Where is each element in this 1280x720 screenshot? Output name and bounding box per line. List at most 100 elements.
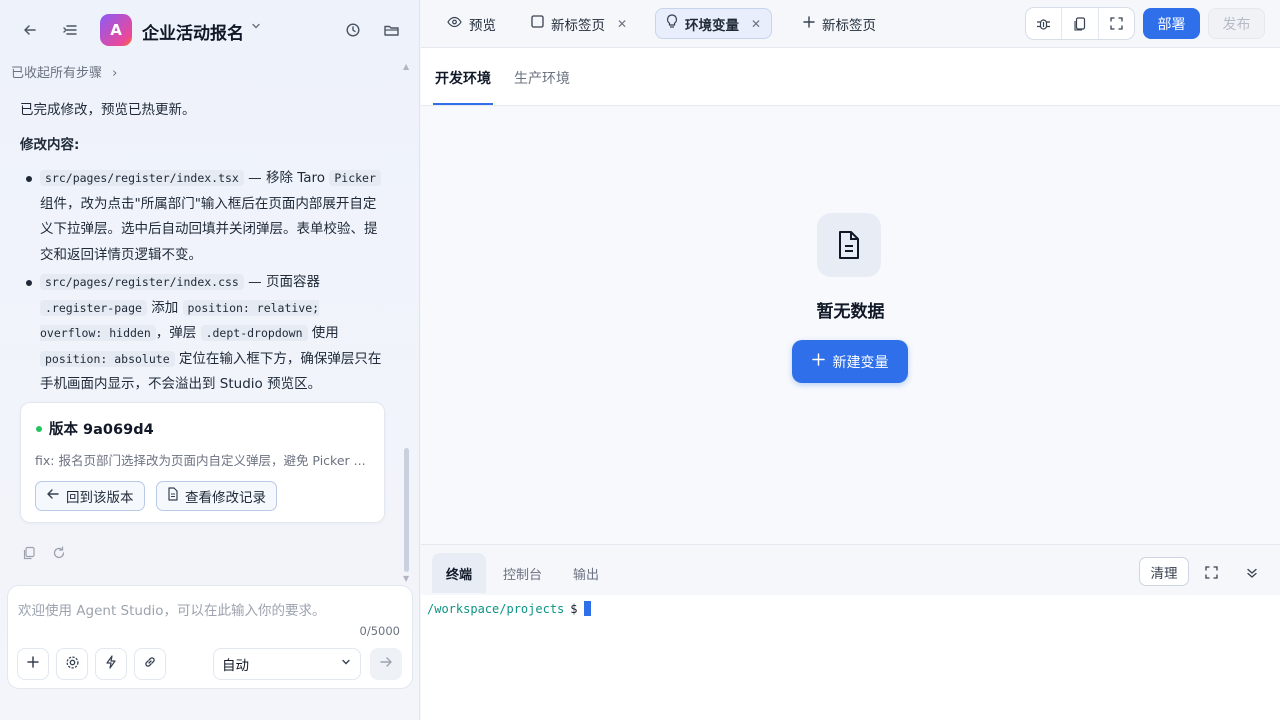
version-status-dot xyxy=(36,426,42,432)
tab-prod-env[interactable]: 生产环境 xyxy=(514,68,570,88)
folder-icon[interactable] xyxy=(381,20,401,40)
list-text: ，弹层 xyxy=(155,325,201,341)
inline-code: .dept-dropdown xyxy=(200,325,308,341)
close-icon[interactable]: ✕ xyxy=(617,17,627,31)
terminal-cursor xyxy=(583,601,591,616)
inline-code: src/pages/register/index.css xyxy=(40,274,244,290)
chat-header: A 企业活动报名 xyxy=(0,0,420,60)
device-icon[interactable] xyxy=(1062,8,1099,39)
square-icon xyxy=(531,15,544,32)
message-actions xyxy=(22,546,66,564)
workspace-tabbar: 预览 新标签页 ✕ 环境变量 ✕ 新标签页 部署 发布 xyxy=(421,0,1280,48)
link-icon xyxy=(143,655,157,673)
list-text: 组件，改为点击"所属部门"输入框后在页面内部展开自定义下拉弹层。选中后自动回填并… xyxy=(40,195,378,263)
plus-icon xyxy=(811,353,825,370)
composer-input[interactable]: 欢迎使用 Agent Studio，可以在此输入你的要求。 xyxy=(18,599,326,619)
tab-output[interactable]: 输出 xyxy=(559,553,613,593)
version-title: 版本 9a069d4 xyxy=(49,422,154,438)
tab-label: 预览 xyxy=(469,17,496,34)
settings-button[interactable] xyxy=(56,648,88,680)
list-text: — 移除 Taro xyxy=(243,170,330,186)
terminal-tabbar: 终端 控制台 输出 清理 xyxy=(421,545,1280,595)
chat-scrollbar[interactable] xyxy=(404,448,409,572)
integration-button[interactable] xyxy=(134,648,166,680)
empty-document-icon xyxy=(817,213,881,277)
tab-preview[interactable]: 预览 xyxy=(437,8,506,39)
list-text: 添加 xyxy=(146,299,183,316)
fullscreen-icon[interactable] xyxy=(1099,8,1134,39)
back-icon[interactable] xyxy=(20,20,40,40)
mode-select[interactable]: 自动 xyxy=(213,648,361,680)
chevron-down-icon[interactable] xyxy=(250,20,262,35)
collapse-panel-icon[interactable] xyxy=(1244,565,1260,581)
tab-label: 环境变量 xyxy=(685,17,739,34)
add-attachment-button[interactable] xyxy=(17,648,49,680)
view-changelog-label: 查看修改记录 xyxy=(185,490,266,506)
document-icon xyxy=(167,487,179,505)
lightning-icon xyxy=(104,655,118,673)
terminal-prompt[interactable]: /workspace/projects $ xyxy=(427,601,591,616)
history-icon[interactable] xyxy=(343,20,363,40)
tab-env-vars[interactable]: 环境变量 ✕ xyxy=(655,8,773,39)
send-button[interactable] xyxy=(370,648,402,680)
changes-heading: 修改内容: xyxy=(20,136,80,153)
list-text: 使用 xyxy=(307,325,339,341)
chevron-right-icon: › xyxy=(112,66,118,81)
chevron-down-icon xyxy=(340,656,352,672)
new-tab-button[interactable]: 新标签页 xyxy=(793,8,886,39)
tab-new-1[interactable]: 新标签页 ✕ xyxy=(521,8,637,39)
list-item: src/pages/register/index.tsx — 移除 Taro P… xyxy=(20,166,386,268)
chat-panel: A 企业活动报名 已收起所有步骤 › ▲ ▼ 已完成修改，预览已热更新。 修改内… xyxy=(0,0,420,720)
list-text: — 页面容器 xyxy=(243,274,320,290)
revert-version-button[interactable]: 回到该版本 xyxy=(35,481,145,511)
copy-icon[interactable] xyxy=(22,546,36,564)
new-variable-button[interactable]: 新建变量 xyxy=(792,340,908,383)
collapsed-steps-label: 已收起所有步骤 xyxy=(11,66,103,81)
tab-dev-env[interactable]: 开发环境 xyxy=(435,68,491,88)
char-counter: 0/5000 xyxy=(359,624,400,638)
message-composer[interactable]: 欢迎使用 Agent Studio，可以在此输入你的要求。 0/5000 自动 xyxy=(7,585,413,689)
clear-terminal-button[interactable]: 清理 xyxy=(1139,557,1189,586)
done-text: 已完成修改，预览已热更新。 xyxy=(20,102,196,118)
view-changelog-button[interactable]: 查看修改记录 xyxy=(156,481,277,511)
bug-icon[interactable] xyxy=(1026,8,1063,39)
maximize-icon[interactable] xyxy=(1203,564,1219,580)
deploy-button[interactable]: 部署 xyxy=(1143,8,1200,39)
tab-label: 新标签页 xyxy=(551,17,605,34)
active-tab-indicator xyxy=(433,103,493,105)
version-card: 版本 9a069d4 fix: 报名页部门选择改为页面内自定义弹层，避免 Pic… xyxy=(20,402,385,523)
regenerate-icon[interactable] xyxy=(52,546,66,564)
collapsed-steps-toggle[interactable]: 已收起所有步骤 › xyxy=(11,62,117,81)
mode-select-value: 自动 xyxy=(222,658,249,674)
revert-version-label: 回到该版本 xyxy=(66,490,134,506)
inline-code: Picker xyxy=(329,170,381,186)
env-tabs: 开发环境 生产环境 xyxy=(421,48,1280,106)
tab-label: 新标签页 xyxy=(822,17,876,34)
project-title[interactable]: 企业活动报名 xyxy=(142,19,244,44)
collapse-sidebar-icon[interactable] xyxy=(60,20,80,40)
arrow-left-icon xyxy=(46,487,60,505)
inline-code: .register-page xyxy=(40,299,147,316)
empty-state-text: 暂无数据 xyxy=(816,302,885,322)
tab-terminal[interactable]: 终端 xyxy=(432,553,487,593)
lightbulb-icon xyxy=(666,14,678,33)
env-vars-panel: 暂无数据 新建变量 xyxy=(421,107,1280,544)
plus-icon xyxy=(26,655,40,673)
scroll-up-arrow[interactable]: ▲ xyxy=(403,62,409,71)
tab-console[interactable]: 控制台 xyxy=(489,553,556,593)
quick-action-button[interactable] xyxy=(95,648,127,680)
new-variable-label: 新建变量 xyxy=(832,354,889,371)
version-description: fix: 报名页部门选择改为页面内自定义弹层，避免 Picker ... xyxy=(35,453,366,468)
scroll-down-arrow[interactable]: ▼ xyxy=(403,574,409,583)
assistant-message: 已完成修改，预览已热更新。 修改内容: src/pages/register/i… xyxy=(20,98,386,398)
inline-code: position: absolute xyxy=(40,350,175,367)
plus-icon xyxy=(803,15,815,32)
publish-button[interactable]: 发布 xyxy=(1208,8,1265,39)
app-avatar: A xyxy=(100,14,132,46)
eye-icon xyxy=(447,16,462,32)
close-icon[interactable]: ✕ xyxy=(751,17,761,31)
prompt-path: /workspace/projects xyxy=(427,601,565,616)
gear-icon xyxy=(65,655,80,674)
arrow-right-icon xyxy=(379,655,393,673)
prompt-symbol: $ xyxy=(570,601,578,616)
